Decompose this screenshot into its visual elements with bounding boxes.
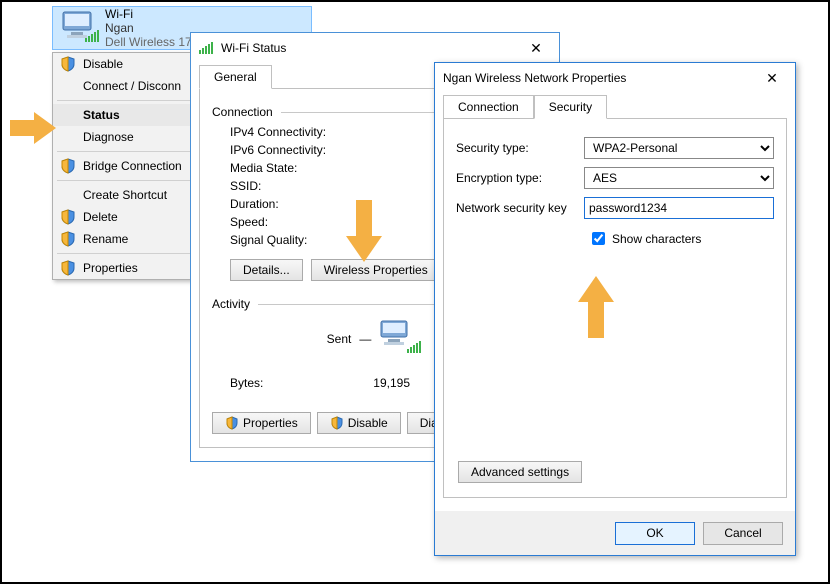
- network-key-input[interactable]: [584, 197, 774, 219]
- signal-icon: [199, 40, 215, 57]
- tab-security[interactable]: Security: [534, 95, 607, 119]
- disable-button[interactable]: Disable: [317, 412, 401, 434]
- adapter-driver: Dell Wireless 170: [105, 35, 198, 49]
- close-icon[interactable]: ✕: [521, 40, 551, 57]
- close-icon[interactable]: ✕: [757, 70, 787, 87]
- shield-icon: [60, 209, 76, 228]
- adapter-labels: Wi-Fi Ngan Dell Wireless 170: [105, 7, 198, 49]
- encryption-type-select[interactable]: AES: [584, 167, 774, 189]
- security-type-label: Security type:: [456, 141, 584, 155]
- row-network-key: Network security key: [456, 197, 774, 219]
- network-key-label: Network security key: [456, 201, 584, 215]
- shield-icon: [225, 416, 239, 430]
- show-characters-label: Show characters: [612, 232, 701, 246]
- ctx-label: Delete: [83, 210, 118, 224]
- dialog-footer: OK Cancel: [435, 511, 795, 555]
- ctx-label: Bridge Connection: [83, 159, 182, 173]
- advanced-settings-button[interactable]: Advanced settings: [458, 461, 582, 483]
- window-title: Ngan Wireless Network Properties: [443, 71, 626, 85]
- annotation-arrow-up-icon: [578, 274, 614, 338]
- ctx-label: Connect / Disconn: [83, 79, 181, 93]
- window-title: Wi-Fi Status: [221, 41, 286, 55]
- shield-icon: [60, 158, 76, 177]
- ctx-label: Create Shortcut: [83, 188, 167, 202]
- wireless-properties-dialog: Ngan Wireless Network Properties ✕ Conne…: [434, 62, 796, 556]
- shield-icon: [60, 260, 76, 279]
- encryption-type-label: Encryption type:: [456, 171, 584, 185]
- sent-label: Sent: [327, 332, 352, 346]
- bytes-sent: 19,195: [310, 376, 410, 390]
- cancel-button[interactable]: Cancel: [703, 522, 783, 545]
- tab-connection[interactable]: Connection: [443, 95, 534, 119]
- monitor-icon: [61, 10, 99, 47]
- ctx-label: Properties: [83, 261, 138, 275]
- titlebar[interactable]: Ngan Wireless Network Properties ✕: [435, 63, 795, 93]
- adapter-name: Wi-Fi: [105, 7, 198, 21]
- properties-button[interactable]: Properties: [212, 412, 311, 434]
- ctx-label: Diagnose: [83, 130, 134, 144]
- ok-button[interactable]: OK: [615, 522, 695, 545]
- annotation-arrow-down-icon: [346, 200, 382, 264]
- adapter-ssid: Ngan: [105, 21, 198, 35]
- show-characters-checkbox[interactable]: [592, 232, 605, 245]
- shield-icon: [330, 416, 344, 430]
- dash: —: [359, 332, 371, 346]
- row-encryption-type: Encryption type: AES: [456, 167, 774, 189]
- shield-icon: [60, 56, 76, 75]
- annotation-arrow-right-icon: [10, 110, 58, 146]
- tab-general[interactable]: General: [199, 65, 272, 89]
- security-type-select[interactable]: WPA2-Personal: [584, 137, 774, 159]
- shield-icon: [60, 231, 76, 250]
- titlebar[interactable]: Wi-Fi Status ✕: [191, 33, 559, 63]
- row-security-type: Security type: WPA2-Personal: [456, 137, 774, 159]
- ctx-label: Rename: [83, 232, 128, 246]
- ctx-label: Status: [83, 108, 120, 122]
- row-show-characters: Show characters: [588, 229, 774, 248]
- details-button[interactable]: Details...: [230, 259, 303, 281]
- activity-icon: [379, 319, 423, 358]
- ctx-label: Disable: [83, 57, 123, 71]
